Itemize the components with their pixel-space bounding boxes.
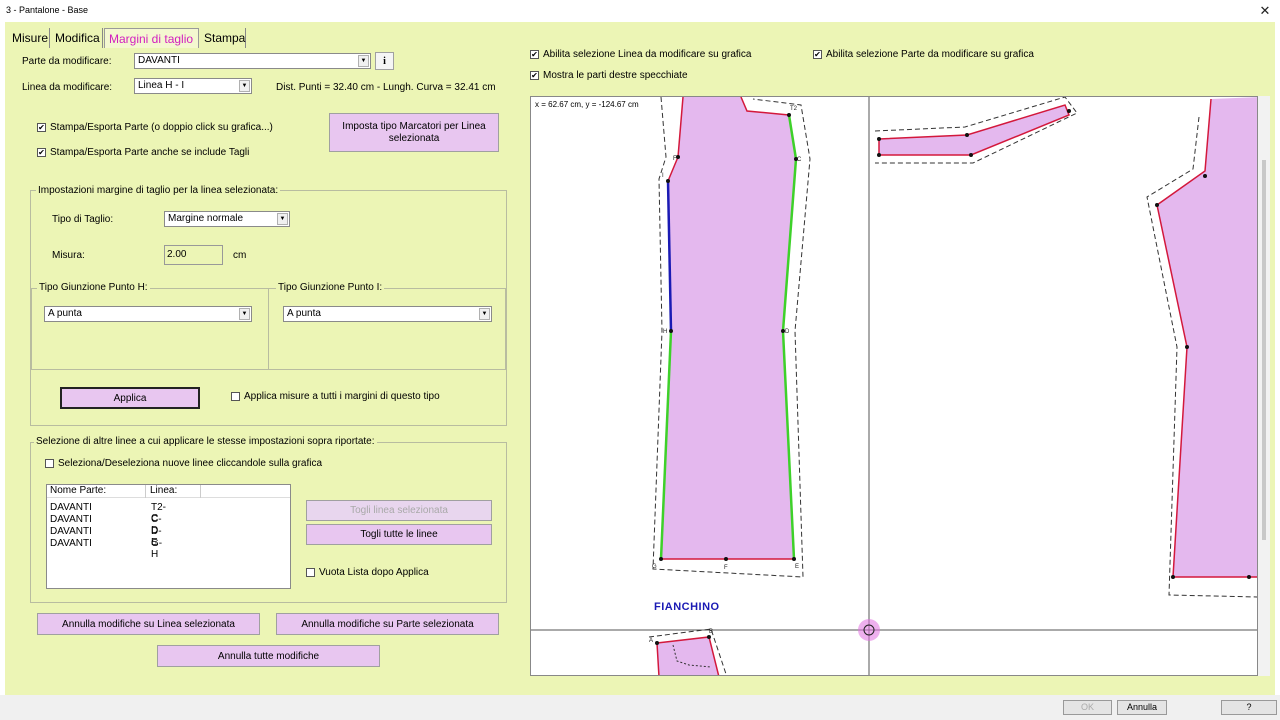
mirror-parts-checkbox[interactable]: ✔ xyxy=(530,71,539,80)
info-button[interactable]: i xyxy=(375,52,394,70)
print-cuts-checkbox[interactable]: ✔ xyxy=(37,148,46,157)
joint-h-value: A punta xyxy=(48,308,82,319)
enable-line-select-label: Abilita selezione Linea da modificare su… xyxy=(543,49,752,60)
part-select-value: DAVANTI xyxy=(138,55,180,66)
point-label-t2: T2 xyxy=(790,106,798,112)
tab-misure[interactable]: Misure xyxy=(8,28,50,48)
distance-info: Dist. Punti = 32.40 cm - Lungh. Curva = … xyxy=(276,82,496,93)
point-label-b: B xyxy=(709,629,713,635)
print-part-label: Stampa/Esporta Parte (o doppio click su … xyxy=(50,122,273,133)
apply-button[interactable]: Applica xyxy=(60,387,200,409)
ok-button[interactable]: OK xyxy=(1063,700,1112,715)
empty-list-checkbox[interactable] xyxy=(306,568,315,577)
col-line-header[interactable]: Linea: xyxy=(147,485,201,498)
tab-modifica[interactable]: Modifica xyxy=(51,28,103,48)
list-item-part: DAVANTI xyxy=(50,514,92,525)
chevron-down-icon: ▼ xyxy=(479,308,490,320)
list-item-part: DAVANTI xyxy=(50,502,92,513)
undo-line-button[interactable]: Annulla modifiche su Linea selezionata xyxy=(37,613,260,635)
cut-type-value: Margine normale xyxy=(168,213,244,224)
marker-type-button[interactable]: Imposta tipo Marcatori per Linea selezio… xyxy=(329,113,499,152)
cancel-button[interactable]: Annulla xyxy=(1117,700,1167,715)
window-title: 3 - Pantalone - Base xyxy=(6,5,89,15)
apply-all-checkbox[interactable] xyxy=(231,392,240,401)
other-lines-title: Selezione di altre linee a cui applicare… xyxy=(34,436,377,447)
tab-stampa[interactable]: Stampa xyxy=(200,28,246,48)
help-button[interactable]: ? xyxy=(1221,700,1277,715)
chevron-down-icon: ▼ xyxy=(358,55,369,67)
point-label-d: D xyxy=(785,329,790,335)
print-part-checkbox[interactable]: ✔ xyxy=(37,123,46,132)
point-label-a: A xyxy=(649,638,653,644)
chevron-down-icon: ▼ xyxy=(277,213,288,225)
cut-type-select[interactable]: Margine normale ▼ xyxy=(164,211,290,227)
point-label-i: I xyxy=(662,173,664,179)
measure-input[interactable]: 2.00 xyxy=(164,245,223,265)
line-label: Linea da modificare: xyxy=(22,82,113,93)
cut-type-label: Tipo di Taglio: xyxy=(52,214,114,225)
measure-unit: cm xyxy=(233,250,247,261)
chevron-down-icon: ▼ xyxy=(239,80,250,92)
chevron-down-icon: ▼ xyxy=(239,308,250,320)
joint-i-label: Tipo Giunzione Punto I: xyxy=(276,282,385,293)
line-select-value: Linea H - I xyxy=(138,80,185,91)
pattern-drawing: T2 F I C H D G F E A B xyxy=(531,97,1257,675)
col-part-header[interactable]: Nome Parte: xyxy=(47,485,146,498)
toggle-lines-label: Seleziona/Deseleziona nuove linee clicca… xyxy=(58,458,323,469)
remove-selected-line-button[interactable]: Togli linea selezionata xyxy=(306,500,492,521)
mirror-parts-label: Mostra le parti destre specchiate xyxy=(543,70,688,81)
remove-all-lines-button[interactable]: Togli tutte le linee xyxy=(306,524,492,545)
enable-part-select-label: Abilita selezione Parte da modificare su… xyxy=(826,49,1034,60)
list-item-part: DAVANTI xyxy=(50,526,92,537)
undo-all-button[interactable]: Annulla tutte modifiche xyxy=(157,645,380,667)
empty-list-label: Vuota Lista dopo Applica xyxy=(319,567,429,578)
joint-h-group xyxy=(31,288,268,370)
point-label-c: C xyxy=(797,157,802,163)
list-item-part: DAVANTI xyxy=(50,538,92,549)
enable-part-select-checkbox[interactable]: ✔ xyxy=(813,50,822,59)
piece-label-fianchino: FIANCHINO xyxy=(654,601,720,613)
point-label-g: G xyxy=(652,564,657,570)
point-label-f: F xyxy=(673,156,677,162)
point-label-h: H xyxy=(663,329,667,335)
lines-list[interactable]: Nome Parte: Linea: DAVANTI T2-C DAVANTI … xyxy=(46,484,291,589)
point-label-e: E xyxy=(795,564,799,570)
measure-label: Misura: xyxy=(52,250,85,261)
enable-line-select-checkbox[interactable]: ✔ xyxy=(530,50,539,59)
part-select[interactable]: DAVANTI ▼ xyxy=(134,53,371,69)
line-select[interactable]: Linea H - I ▼ xyxy=(134,78,252,94)
info-icon: i xyxy=(383,55,386,67)
lines-list-header: Nome Parte: Linea: xyxy=(47,485,290,498)
point-label-f2: F xyxy=(724,565,728,571)
list-item-line: G-H xyxy=(151,538,163,560)
apply-all-label: Applica misure a tutti i margini di ques… xyxy=(244,391,440,402)
scrollbar-thumb[interactable] xyxy=(1262,160,1266,540)
joint-i-value: A punta xyxy=(287,308,321,319)
vertical-scrollbar[interactable] xyxy=(1258,96,1270,676)
joint-i-group xyxy=(268,288,506,370)
pattern-canvas[interactable]: x = 62.67 cm, y = -124.67 cm T2 F I C H … xyxy=(530,96,1258,676)
margin-settings-title: Impostazioni margine di taglio per la li… xyxy=(36,185,281,196)
undo-part-button[interactable]: Annulla modifiche su Parte selezionata xyxy=(276,613,499,635)
joint-h-label: Tipo Giunzione Punto H: xyxy=(37,282,150,293)
joint-h-select[interactable]: A punta ▼ xyxy=(44,306,252,322)
close-icon[interactable]: ✕ xyxy=(1256,2,1274,20)
joint-i-select[interactable]: A punta ▼ xyxy=(283,306,492,322)
part-label: Parte da modificare: xyxy=(22,56,112,67)
toggle-lines-checkbox[interactable] xyxy=(45,459,54,468)
title-bar: 3 - Pantalone - Base ✕ xyxy=(0,0,1280,22)
tab-margini[interactable]: Margini di taglio xyxy=(104,28,199,48)
print-cuts-label: Stampa/Esporta Parte anche se include Ta… xyxy=(50,147,250,158)
